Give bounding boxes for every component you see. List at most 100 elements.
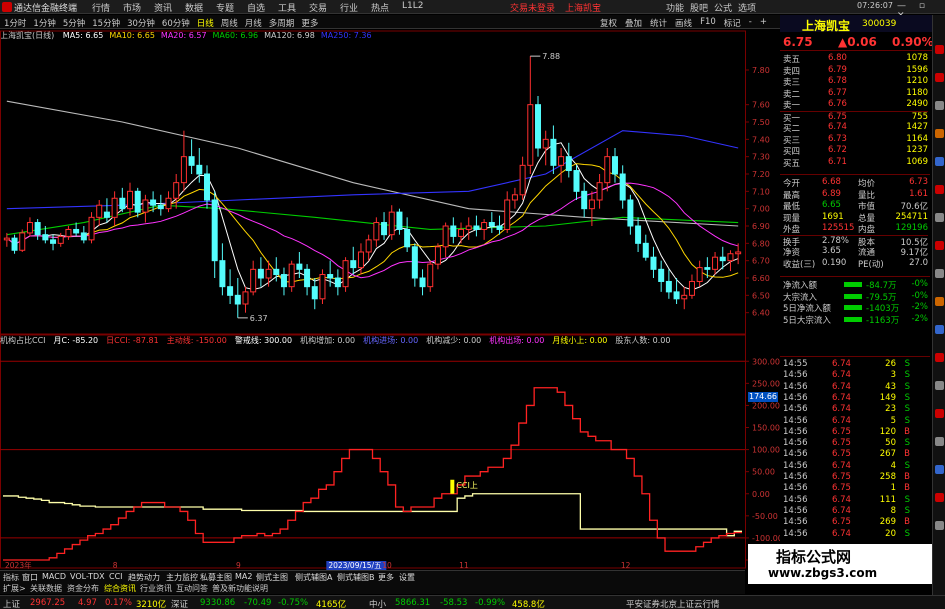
menu-item[interactable]: 交易	[309, 1, 340, 14]
bid-row[interactable]: 买二 6.74 1427	[780, 122, 928, 134]
chart-tool-button[interactable]: 画线	[675, 17, 692, 29]
period-tab[interactable]: 1分钟	[33, 17, 55, 29]
chart-tool-button[interactable]: -	[749, 17, 752, 29]
status-field: 平安证券北京上证云行情	[626, 600, 720, 609]
sidebar-tool-icon[interactable]	[935, 73, 944, 82]
sidebar-tool-icon[interactable]	[935, 269, 944, 278]
quote-value: 6.68	[822, 177, 841, 187]
promo-link[interactable]: 交易未登录	[510, 4, 555, 14]
chart-tool-button[interactable]: 统计	[650, 17, 667, 29]
chart-tool-button[interactable]: F10	[700, 17, 716, 29]
main-chart-frame	[0, 30, 746, 336]
period-tab[interactable]: 5分钟	[63, 17, 85, 29]
bid-row[interactable]: 买四 6.72 1237	[780, 145, 928, 157]
app-logo-icon	[2, 2, 12, 12]
status-bar: 上证 2967.25 4.97 0.17% 3210亿 深证 9330.86 -70.49 -0…	[0, 595, 945, 609]
right-menu-item[interactable]: 选项	[738, 1, 762, 14]
ask-row[interactable]: 卖三 6.78 1210	[780, 76, 928, 88]
period-tab[interactable]: 日线	[197, 17, 214, 29]
menu-item[interactable]: 热点	[371, 1, 402, 14]
sidebar-tool-icon[interactable]	[935, 129, 944, 138]
info-tab[interactable]: 行业资讯	[140, 583, 172, 594]
sidebar-tool-icon[interactable]	[935, 213, 944, 222]
indicator-tab[interactable]: VOL-TDX	[70, 572, 105, 581]
tick-price: 6.74	[832, 460, 851, 471]
sidebar-tool-icon[interactable]	[935, 493, 944, 502]
period-tab[interactable]: 周线	[221, 17, 238, 29]
candle	[427, 260, 434, 292]
candle	[203, 165, 210, 209]
period-tab[interactable]: 15分钟	[92, 17, 120, 29]
tick-flag: S	[904, 438, 910, 449]
sidebar-tool-icon[interactable]	[935, 437, 944, 446]
chart-tool-button[interactable]: 叠加	[625, 17, 642, 29]
menu-item[interactable]: 市场	[123, 1, 154, 14]
period-tab[interactable]: 30分钟	[127, 17, 155, 29]
sidebar-tool-icon[interactable]	[935, 157, 944, 166]
sidebar-tool-icon[interactable]	[935, 409, 944, 418]
chart-tool-button[interactable]: 复权	[600, 17, 617, 29]
chart-tool-button[interactable]: +	[760, 17, 767, 29]
y-tick-label: 6.50	[752, 291, 770, 300]
info-tab[interactable]: 综合资讯	[104, 583, 136, 594]
sidebar-tool-icon[interactable]	[935, 185, 944, 194]
menu-item[interactable]: 行业	[340, 1, 371, 14]
ask-row[interactable]: 卖五 6.80 1078	[780, 53, 928, 65]
sidebar-tool-icon[interactable]	[935, 45, 944, 54]
candle	[458, 222, 465, 244]
info-tab[interactable]: 扩展>	[3, 583, 26, 594]
sidebar-tool-icon[interactable]	[935, 353, 944, 362]
ask-row[interactable]: 卖二 6.77 1180	[780, 88, 928, 100]
menu-item[interactable]: 行情	[92, 1, 123, 14]
indicator-tab[interactable]: CCI	[109, 572, 123, 581]
ask-row[interactable]: 卖四 6.79 1596	[780, 65, 928, 77]
sidebar-tool-icon[interactable]	[935, 101, 944, 110]
menu-item[interactable]: 数据	[185, 1, 216, 14]
indicator-label: 机构减少: 0.00	[426, 336, 482, 345]
sidebar-tool-icon[interactable]	[935, 241, 944, 250]
tick-list[interactable]: 14:55 6.74 26 S 14:56 6.74 3 S 14:56 6.74 43 S 14:56…	[780, 356, 930, 539]
sidebar-tool-icon[interactable]	[935, 297, 944, 306]
right-menu-item[interactable]: 公式	[714, 1, 738, 14]
quote-label: 流通	[858, 248, 876, 258]
info-tab[interactable]: 资金分布	[67, 583, 99, 594]
tick-row: 14:56 6.74 3 S	[780, 370, 928, 381]
tick-time: 14:56	[783, 415, 808, 426]
info-tab[interactable]: 互动问答	[176, 583, 208, 594]
info-tab[interactable]: 普及新功能说明	[212, 583, 268, 594]
menu-item[interactable]: 工具	[278, 1, 309, 14]
period-tab[interactable]: 月线	[245, 17, 262, 29]
order-book-price: 6.78	[828, 76, 847, 86]
sidebar-tool-icon[interactable]	[935, 521, 944, 530]
bid-row[interactable]: 买五 6.71 1069	[780, 157, 928, 169]
right-menu-item[interactable]: 功能	[666, 1, 690, 14]
sidebar-tool-icon[interactable]	[935, 325, 944, 334]
indicator-tab[interactable]: MA2	[235, 572, 252, 581]
promo-link[interactable]: 上海凯宝	[565, 4, 601, 14]
status-field: -0.75%	[278, 598, 309, 608]
right-menu-item[interactable]: 股吧	[690, 1, 714, 14]
menu-item[interactable]: 专题	[216, 1, 247, 14]
sidebar-tool-icon[interactable]	[935, 381, 944, 390]
candle	[26, 217, 33, 237]
menu-item[interactable]: 自选	[247, 1, 278, 14]
bid-row[interactable]: 买一 6.75 755	[780, 110, 928, 124]
fund-flow-bar	[844, 316, 862, 322]
period-tab[interactable]: 1分时	[4, 17, 26, 29]
period-tab[interactable]: 更多	[301, 17, 318, 29]
indicator-tab[interactable]: MACD	[42, 572, 66, 581]
info-tab[interactable]: 关联数据	[30, 583, 62, 594]
ask-row[interactable]: 卖一 6.76 2490	[780, 99, 928, 111]
period-tab[interactable]: 60分钟	[162, 17, 190, 29]
candle	[434, 243, 441, 270]
chart-tool-button[interactable]: 标记	[724, 17, 741, 29]
sidebar-tool-icon[interactable]	[935, 465, 944, 474]
tick-row: 14:56 6.75 258 B	[780, 472, 928, 483]
period-tab[interactable]: 多周期	[269, 17, 295, 29]
menu-item[interactable]: L1L2	[402, 1, 433, 14]
menu-item[interactable]: 资讯	[154, 1, 185, 14]
tick-time: 14:56	[783, 449, 808, 460]
quote-row: 现量 1691 总量 254711	[780, 212, 928, 224]
bid-row[interactable]: 买三 6.73 1164	[780, 134, 928, 146]
candle	[535, 96, 542, 157]
